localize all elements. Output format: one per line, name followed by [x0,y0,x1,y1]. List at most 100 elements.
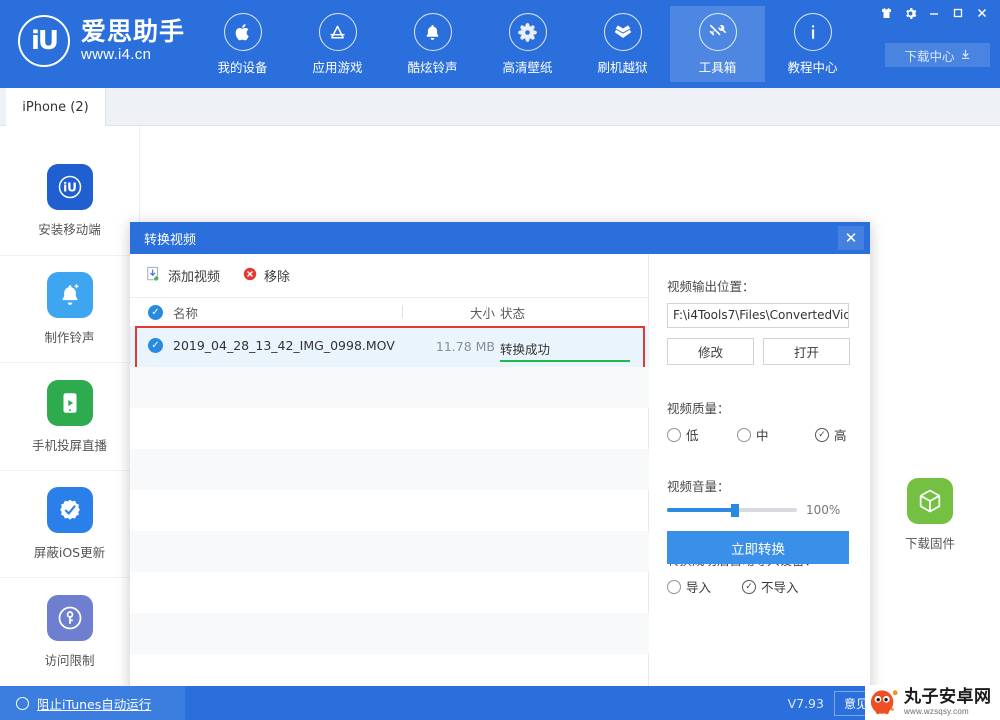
toggle-ring-icon [16,696,29,710]
nav-label: 高清壁纸 [502,60,553,75]
info-icon [793,13,832,51]
list-item [130,531,649,572]
row-status: 转换成功 [500,342,551,357]
list-item [130,613,649,654]
version-label: V7.93 [787,695,824,711]
tab-iphone[interactable]: iPhone (2) [6,88,106,126]
itunes-toggle[interactable]: 阻止iTunes自动运行 [0,686,185,720]
nav-label: 刷机越狱 [597,60,648,75]
tool-label: 访问限制 [44,653,95,669]
import-option-no[interactable]: ✓ 不导入 [742,577,799,596]
download-center-button[interactable]: 下载中心 [885,43,990,67]
quality-option-low[interactable]: 低 [667,425,737,444]
quality-option-medium[interactable]: 中 [737,425,815,444]
column-divider [402,305,403,318]
dialog-title: 转换视频 [144,232,197,248]
file-list-panel: 添加视频 移除 ✓ 名称 大小 状态 ✓ 2019_04_28_13_42_IM… [130,254,649,720]
list-item [130,572,649,613]
radio-mark [667,427,681,442]
list-item [130,490,649,531]
nav-item-wallpapers[interactable]: 高清壁纸 [480,6,575,82]
radio-mark-selected: ✓ [815,427,829,442]
tab-label: iPhone (2) [22,99,89,115]
window-controls [874,2,994,24]
convert-video-dialog: 转换视频 ✕ 添加视频 移除 ✓ 名称 大小 状态 ✓ 2019_04_28_1… [130,222,870,720]
nav-item-flash-jailbreak[interactable]: 刷机越狱 [575,6,670,82]
dialog-body: 添加视频 移除 ✓ 名称 大小 状态 ✓ 2019_04_28_13_42_IM… [130,254,870,720]
volume-slider[interactable] [667,504,797,517]
video-volume-label: 视频音量： [667,479,730,494]
nav-item-toolbox[interactable]: 工具箱 [670,6,765,82]
radio-mark [667,579,681,594]
select-all-checkbox[interactable]: ✓ [148,304,163,320]
bell-icon [413,13,452,51]
watermark-url: www.wzsqsy.com [904,707,969,716]
settings-panel: 视频输出位置： F:\i4Tools7\Files\ConvertedVid 修… [649,254,869,720]
tool-label: 手机投屏直播 [31,437,107,453]
add-video-label: 添加视频 [168,270,221,285]
output-path-input[interactable]: F:\i4Tools7\Files\ConvertedVid [667,303,849,328]
tool-label: 安装移动端 [38,222,101,238]
download-center-label: 下载中心 [904,48,955,64]
tool-block-ios-update[interactable]: 屏蔽iOS更新 [0,471,140,579]
file-list[interactable]: ✓ 2019_04_28_13_42_IMG_0998.MOV 11.78 MB… [130,326,649,720]
minimize-icon[interactable] [922,2,946,24]
tool-screen-cast[interactable]: 手机投屏直播 [0,363,140,471]
quality-high-label: 高 [834,428,847,443]
video-quality-options: 低 中 ✓ 高 [667,425,851,444]
tool-install-mobile[interactable]: iU 安装移动端 [0,148,140,256]
row-name-cell: ✓ 2019_04_28_13_42_IMG_0998.MOV [148,338,395,353]
remove-button[interactable]: 移除 [242,266,290,286]
open-path-button[interactable]: 打开 [763,338,850,365]
row-filename: 2019_04_28_13_42_IMG_0998.MOV [173,338,395,353]
path-buttons: 修改 打开 [667,338,851,365]
brand-text: 爱思助手 www.i4.cn [81,17,186,63]
nav-label: 我的设备 [217,60,268,75]
row-filesize: 11.78 MB [435,339,495,354]
nav-item-ringtones[interactable]: 酷炫铃声 [385,6,480,82]
column-name: ✓ 名称 [148,303,198,322]
quality-medium-label: 中 [756,428,769,443]
quality-option-high[interactable]: ✓ 高 [815,425,847,444]
nav-label: 应用游戏 [312,60,363,75]
dialog-close-icon[interactable]: ✕ [838,226,864,250]
nav-item-apps-games[interactable]: 应用游戏 [290,6,385,82]
screen-cast-icon [46,379,93,426]
right-tool-column: 下载固件 [860,126,1000,686]
modify-path-button[interactable]: 修改 [667,338,754,365]
tool-make-ringtone[interactable]: 制作铃声 [0,256,140,364]
close-icon[interactable] [970,2,994,24]
nav-item-tutorial-center[interactable]: 教程中心 [765,6,860,82]
nav-item-my-device[interactable]: 我的设备 [195,6,290,82]
list-item [130,449,649,490]
convert-now-button[interactable]: 立即转换 [667,531,849,564]
i4-logo-icon: iU [18,15,70,67]
import-option-yes[interactable]: 导入 [667,577,742,596]
status-bar: 阻止iTunes自动运行 V7.93 意见反馈 微信公众号 [0,685,1000,720]
volume-slider-handle[interactable] [731,504,739,517]
tool-label: 屏蔽iOS更新 [33,545,106,561]
add-video-button[interactable]: 添加视频 [146,266,220,286]
column-size: 大小 [469,305,495,321]
row-checkbox[interactable]: ✓ [148,338,163,353]
tool-label: 制作铃声 [44,329,95,345]
i4-logo-mark: iU [30,26,59,56]
gear-icon[interactable] [898,2,922,24]
brand-name: 爱思助手 [81,17,186,46]
table-row[interactable]: ✓ 2019_04_28_13_42_IMG_0998.MOV 11.78 MB… [130,326,649,370]
remove-icon [242,266,258,286]
volume-slider-row: 100% [667,503,851,517]
bell-plus-icon [46,271,93,318]
skin-icon[interactable] [874,2,898,24]
main-nav: 我的设备 应用游戏 酷炫铃声 高清壁纸 刷机越狱 工具箱 教程中心 [195,6,860,82]
column-name-label: 名称 [173,305,199,321]
maximize-icon[interactable] [946,2,970,24]
video-quality-label: 视频质量： [667,401,730,416]
watermark-text: 丸子安卓网 www.wzsqsy.com [904,689,992,716]
list-item [130,367,649,408]
list-column-headers: ✓ 名称 大小 状态 [130,298,648,326]
tool-download-firmware[interactable]: 下载固件 [860,460,1000,570]
app-window: iU 爱思助手 www.i4.cn 我的设备 应用游戏 酷炫铃声 高清壁纸 刷机… [0,0,1000,720]
tool-access-restrictions[interactable]: 访问限制 [0,578,140,686]
key-lock-icon [46,595,93,642]
